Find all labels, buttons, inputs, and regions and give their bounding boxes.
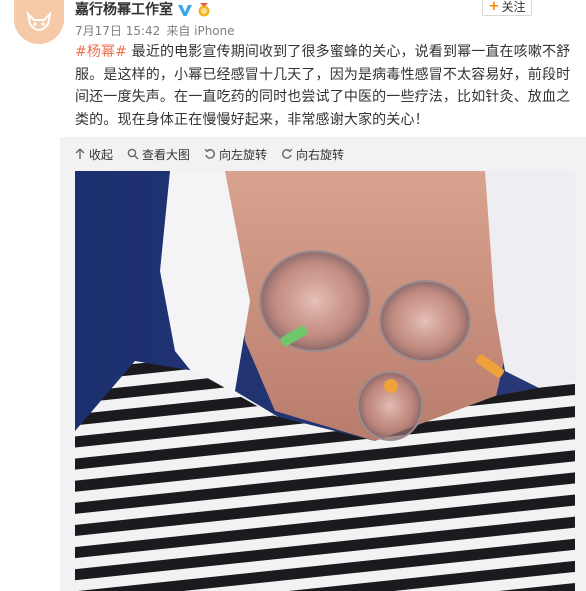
post-body: #杨幂# 最近的电影宣传期间收到了很多蜜蜂的关心，说看到幂一直在咳嗽不舒服。是这…: [75, 41, 575, 131]
arrow-up-icon: [75, 148, 85, 159]
rotate-left-icon: [204, 148, 215, 159]
verified-v-icon[interactable]: [177, 2, 193, 18]
fox-logo-icon: [14, 0, 64, 44]
post-meta: 7月17日 15:42 来自 iPhone: [75, 22, 241, 40]
view-large-label: 查看大图: [142, 147, 191, 162]
plus-icon: +: [488, 0, 500, 14]
cupping-photo-illustration: [75, 171, 575, 591]
avatar[interactable]: [14, 0, 64, 44]
rotate-left-button[interactable]: 向左旋转: [204, 146, 267, 163]
post-date[interactable]: 7月17日 15:42: [75, 24, 160, 38]
post-photo[interactable]: [75, 171, 575, 591]
follow-button[interactable]: + 关注: [482, 0, 532, 16]
post-text: 最近的电影宣传期间收到了很多蜜蜂的关心，说看到幂一直在咳嗽不舒服。是这样的，小幂…: [75, 44, 571, 128]
collapse-label: 收起: [89, 147, 114, 162]
rotate-right-icon: [282, 148, 293, 159]
rotate-right-label: 向右旋转: [296, 147, 345, 162]
magnifier-icon: [127, 148, 139, 160]
follow-label: 关注: [501, 0, 526, 14]
collapse-button[interactable]: 收起: [74, 146, 113, 163]
rotate-left-label: 向左旋转: [219, 147, 268, 162]
author-name[interactable]: 嘉行杨幂工作室: [75, 1, 173, 19]
medal-icon[interactable]: [196, 2, 212, 18]
image-toolbar: 收起 查看大图 向左旋转 向右旋转: [74, 144, 344, 164]
post-source: 来自 iPhone: [166, 24, 235, 38]
view-large-button[interactable]: 查看大图: [127, 146, 190, 163]
post-header: 嘉行杨幂工作室: [75, 0, 212, 20]
rotate-right-button[interactable]: 向右旋转: [281, 146, 344, 163]
hashtag-link[interactable]: #杨幂#: [75, 44, 127, 60]
